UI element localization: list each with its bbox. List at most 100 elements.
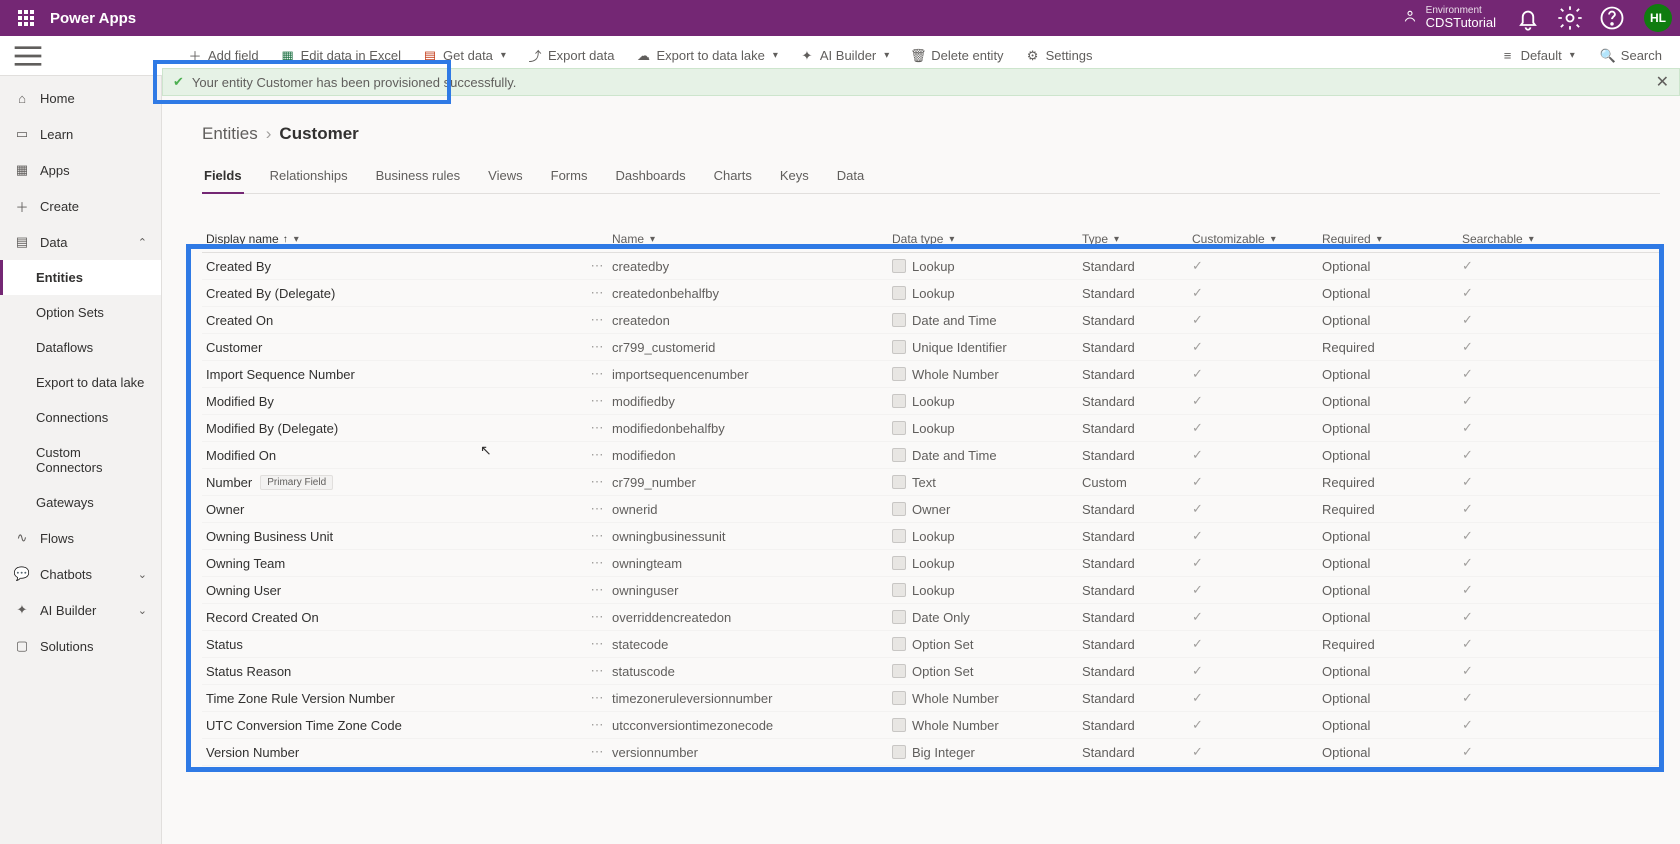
col-customizable[interactable]: Customizable▾ [1192,232,1322,246]
export-data-button[interactable]: ⤴Export data [518,42,625,69]
table-row[interactable]: Record Created On⋯overriddencreatedonDat… [202,604,1660,631]
nav-connections[interactable]: Connections [0,400,161,435]
bell-icon[interactable] [1514,4,1542,32]
cell-type: Standard [1082,340,1192,355]
nav-custom-connectors[interactable]: Custom Connectors [0,435,161,485]
nav-chatbots[interactable]: 💬Chatbots⌄ [0,556,161,592]
cell-type: Standard [1082,502,1192,517]
nav-gateways[interactable]: Gateways [0,485,161,520]
cell-name: versionnumber [612,745,892,760]
table-row[interactable]: Created By⋯createdbyLookupStandard✓Optio… [202,253,1660,280]
tab-dashboards[interactable]: Dashboards [613,160,687,193]
get-data-button[interactable]: ▤Get data▾ [413,42,516,69]
col-searchable[interactable]: Searchable▾ [1462,232,1542,246]
table-row[interactable]: Customer⋯cr799_customeridUnique Identifi… [202,334,1660,361]
tab-forms[interactable]: Forms [549,160,590,193]
row-more-button[interactable]: ⋯ [582,609,612,625]
ai-builder-button[interactable]: ✦AI Builder▾ [790,42,899,69]
table-row[interactable]: Status Reason⋯statuscodeOption SetStanda… [202,658,1660,685]
row-more-button[interactable]: ⋯ [582,663,612,679]
table-row[interactable]: NumberPrimary Field⋯cr799_numberTextCust… [202,469,1660,496]
nav-option-sets[interactable]: Option Sets [0,295,161,330]
delete-entity-button[interactable]: 🗑Delete entity [901,42,1013,69]
table-row[interactable]: Owning User⋯owninguserLookupStandard✓Opt… [202,577,1660,604]
table-row[interactable]: Owning Team⋯owningteamLookupStandard✓Opt… [202,550,1660,577]
row-more-button[interactable]: ⋯ [582,690,612,706]
check-icon: ✓ [1192,528,1203,543]
row-more-button[interactable]: ⋯ [582,501,612,517]
row-more-button[interactable]: ⋯ [582,420,612,436]
row-more-button[interactable]: ⋯ [582,717,612,733]
nav-home[interactable]: ⌂Home [0,80,161,116]
tab-charts[interactable]: Charts [712,160,754,193]
nav-apps[interactable]: ▦Apps [0,152,161,188]
row-more-button[interactable]: ⋯ [582,285,612,301]
col-name[interactable]: Name▾ [612,232,892,246]
cell-datatype: Lookup [892,286,1082,301]
settings-button[interactable]: ⚙Settings [1016,42,1103,69]
search-input[interactable]: 🔍Search [1591,42,1672,69]
close-icon[interactable]: ✕ [1656,72,1669,92]
row-more-button[interactable]: ⋯ [582,636,612,652]
table-row[interactable]: Created By (Delegate)⋯createdonbehalfbyL… [202,280,1660,307]
breadcrumb-root[interactable]: Entities [202,124,258,144]
waffle-icon[interactable] [8,10,44,26]
add-field-button[interactable]: ＋Add field [178,42,269,69]
gear-icon[interactable] [1556,4,1584,32]
table-row[interactable]: UTC Conversion Time Zone Code⋯utcconvers… [202,712,1660,739]
tab-views[interactable]: Views [486,160,524,193]
tab-fields[interactable]: Fields [202,160,244,193]
nav-solutions[interactable]: ▢Solutions [0,628,161,664]
table-row[interactable]: Import Sequence Number⋯importsequencenum… [202,361,1660,388]
row-more-button[interactable]: ⋯ [582,582,612,598]
nav-ai-builder[interactable]: ✦AI Builder⌄ [0,592,161,628]
table-row[interactable]: Version Number⋯versionnumberBig IntegerS… [202,739,1660,766]
row-more-button[interactable]: ⋯ [582,528,612,544]
cell-required: Optional [1322,313,1462,328]
view-select[interactable]: ≡Default▾ [1491,42,1585,69]
edit-excel-button[interactable]: ▦Edit data in Excel [271,42,411,69]
row-more-button[interactable]: ⋯ [582,366,612,382]
export-lake-button[interactable]: ☁Export to data lake▾ [626,42,787,69]
tab-data[interactable]: Data [835,160,866,193]
nav-flows[interactable]: ∿Flows [0,520,161,556]
tab-keys[interactable]: Keys [778,160,811,193]
row-more-button[interactable]: ⋯ [582,258,612,274]
row-more-button[interactable]: ⋯ [582,474,612,490]
cell-datatype: Owner [892,502,1082,517]
row-more-button[interactable]: ⋯ [582,339,612,355]
cell-display-name: UTC Conversion Time Zone Code [202,718,582,733]
nav-create[interactable]: ＋Create [0,188,161,224]
table-row[interactable]: Time Zone Rule Version Number⋯timezoneru… [202,685,1660,712]
cell-type: Custom [1082,475,1192,490]
row-more-button[interactable]: ⋯ [582,555,612,571]
col-datatype[interactable]: Data type▾ [892,232,1082,246]
nav-entities[interactable]: Entities [0,260,161,295]
tab-business-rules[interactable]: Business rules [374,160,463,193]
hamburger-icon[interactable] [8,36,48,76]
col-display-name[interactable]: Display name↑▾ [202,232,582,246]
help-icon[interactable] [1598,4,1626,32]
nav-data[interactable]: ▤Data⌃ [0,224,161,260]
tab-relationships[interactable]: Relationships [268,160,350,193]
nav-export-lake[interactable]: Export to data lake [0,365,161,400]
cell-display-name: Owning Business Unit [202,529,582,544]
nav-dataflows[interactable]: Dataflows [0,330,161,365]
table-row[interactable]: Created On⋯createdonDate and TimeStandar… [202,307,1660,334]
nav-learn[interactable]: ▭Learn [0,116,161,152]
table-row[interactable]: Owning Business Unit⋯owningbusinessunitL… [202,523,1660,550]
row-more-button[interactable]: ⋯ [582,312,612,328]
col-type[interactable]: Type▾ [1082,232,1192,246]
table-row[interactable]: Modified By⋯modifiedbyLookupStandard✓Opt… [202,388,1660,415]
row-more-button[interactable]: ⋯ [582,447,612,463]
table-row[interactable]: Modified On⋯modifiedonDate and TimeStand… [202,442,1660,469]
row-more-button[interactable]: ⋯ [582,744,612,760]
row-more-button[interactable]: ⋯ [582,393,612,409]
avatar[interactable]: HL [1644,4,1672,32]
environment-picker[interactable]: Environment CDSTutorial [1402,5,1496,30]
table-row[interactable]: Modified By (Delegate)⋯modifiedonbehalfb… [202,415,1660,442]
table-row[interactable]: Status⋯statecodeOption SetStandard✓Requi… [202,631,1660,658]
table-row[interactable]: Owner⋯owneridOwnerStandard✓Required✓ [202,496,1660,523]
col-required[interactable]: Required▾ [1322,232,1462,246]
cell-customizable: ✓ [1192,690,1322,706]
